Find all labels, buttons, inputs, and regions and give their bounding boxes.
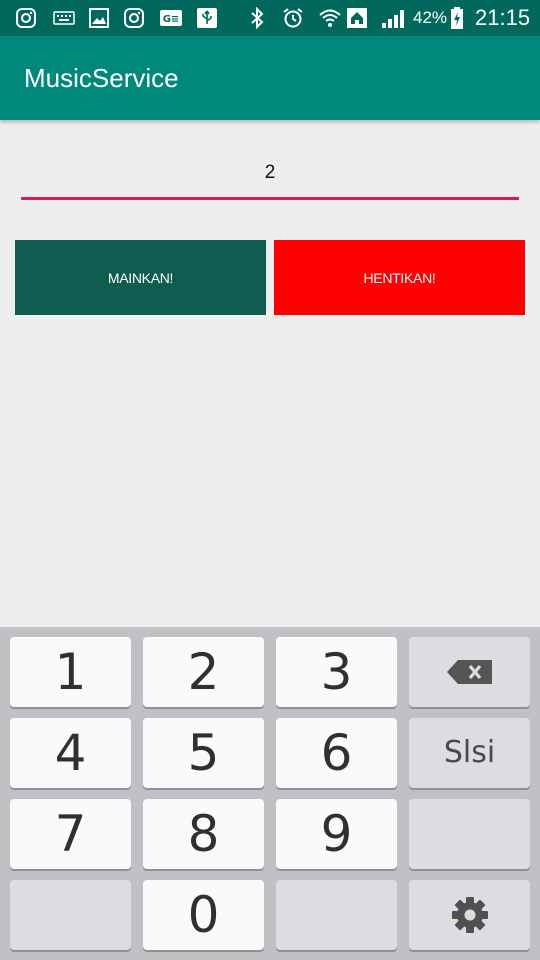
wifi-icon [317, 6, 343, 30]
instagram-icon [122, 6, 146, 30]
done-key[interactable]: Slsi [409, 718, 530, 788]
ge-icon: G≡ [158, 6, 184, 30]
battery-percentage: 42% [413, 8, 448, 27]
key-7[interactable]: 7 [10, 799, 131, 869]
status-bar: G≡ 42% 21:15 [0, 0, 540, 36]
keyboard-icon [52, 6, 76, 30]
gear-icon [451, 897, 488, 933]
number-input[interactable]: 2 [21, 152, 519, 200]
settings-key[interactable] [409, 880, 530, 950]
key-2[interactable]: 2 [143, 637, 264, 707]
app-bar: MusicService [0, 36, 540, 120]
status-clock: 21:15 [475, 5, 531, 30]
key-5[interactable]: 5 [143, 718, 264, 788]
play-button[interactable]: MAINKAN! [15, 240, 266, 315]
backspace-key[interactable] [409, 637, 530, 707]
key-4[interactable]: 4 [10, 718, 131, 788]
instagram-icon [14, 6, 38, 30]
numeric-keyboard: 1 2 3 4 5 6 Slsi 7 8 9 0 [0, 627, 540, 960]
svg-text:G≡: G≡ [163, 14, 180, 25]
blank-key[interactable] [409, 799, 530, 869]
key-6[interactable]: 6 [276, 718, 397, 788]
backspace-icon [446, 660, 492, 684]
blank-key[interactable] [10, 880, 131, 950]
key-9[interactable]: 9 [276, 799, 397, 869]
bluetooth-icon [246, 6, 268, 30]
app-title: MusicService [24, 63, 179, 93]
alarm-icon [281, 6, 305, 30]
key-1[interactable]: 1 [10, 637, 131, 707]
input-underline [21, 197, 519, 200]
number-input-value: 2 [264, 162, 276, 183]
battery-charging-icon [448, 6, 466, 30]
image-icon [87, 6, 111, 30]
key-0[interactable]: 0 [143, 880, 264, 950]
usb-icon [195, 6, 219, 30]
stop-button[interactable]: HENTIKAN! [274, 240, 525, 315]
home-icon [345, 6, 369, 30]
key-8[interactable]: 8 [143, 799, 264, 869]
blank-key[interactable] [276, 880, 397, 950]
key-3[interactable]: 3 [276, 637, 397, 707]
signal-icon [380, 6, 408, 30]
